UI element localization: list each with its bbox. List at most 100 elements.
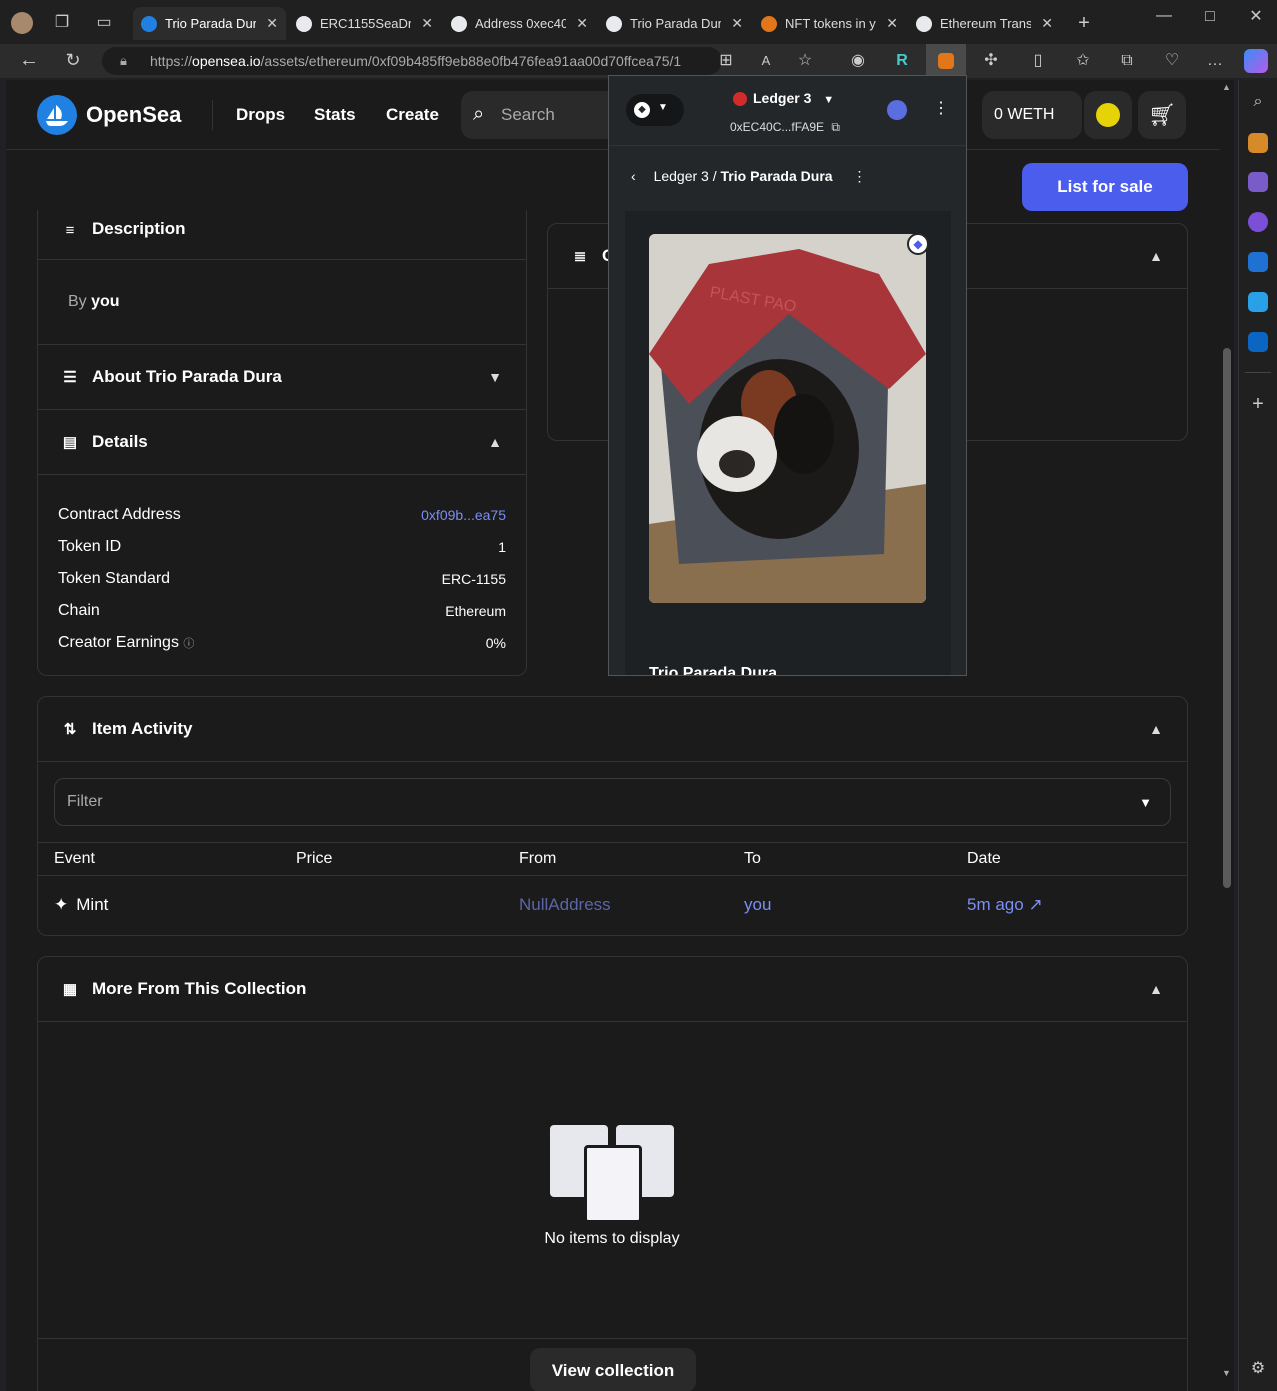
cart-icon[interactable]: 🛒︎ [1138,91,1186,139]
sidebar-search-icon[interactable]: ⌕ [1246,90,1270,114]
extension-r-icon[interactable]: R [890,49,914,73]
chevron-down-icon: ▼ [658,102,668,113]
scrollbar-thumb[interactable] [1223,348,1231,888]
extensions-puzzle-icon[interactable]: ✣ [979,49,1003,73]
detail-row: Chain Ethereum [38,595,526,627]
by-label: By [68,293,87,310]
external-link-icon[interactable]: ↗ [1028,895,1042,914]
brand-name[interactable]: OpenSea [86,102,181,128]
extension-owl-icon[interactable]: ◉ [846,49,870,73]
sidebar-tools-icon[interactable] [1248,133,1268,153]
metamask-extension-icon[interactable] [926,44,966,78]
sidebar-send-icon[interactable] [1248,292,1268,312]
activity-table-header: Event Price From To Date [38,842,1187,876]
tab-label: NFT tokens in yo [785,16,877,31]
workspaces-icon[interactable]: ❐ [50,11,74,35]
tab-nft-tokens[interactable]: NFT tokens in yo ✕ [753,7,906,40]
collections-icon[interactable]: ⧉ [1115,49,1139,73]
contract-address-link[interactable]: 0xf09b...ea75 [421,507,506,523]
scroll-down-icon[interactable]: ▼ [1222,1368,1231,1378]
detail-value: Ethereum [445,603,506,619]
about-header[interactable]: ☰ About Trio Parada Dura ▼ [38,345,526,410]
to-link[interactable]: you [744,895,967,915]
tab-erc1155[interactable]: ERC1155SeaDrop ✕ [288,7,441,40]
details-header[interactable]: ▤ Details ▲ [38,410,526,475]
close-tab-icon[interactable]: ✕ [421,15,433,32]
url-path: /assets/ethereum/0xf09b485ff9eb88e0fb476… [260,53,682,69]
tab-trio-etherscan[interactable]: Trio Parada Dura ✕ [598,7,751,40]
close-window-icon[interactable]: ✕ [1244,5,1268,29]
filter-dropdown[interactable]: Filter ▼ [54,778,1171,826]
nav-stats[interactable]: Stats [314,105,356,125]
more-menu-icon[interactable]: … [1203,49,1227,73]
url-bar[interactable]: 🔒︎ https://opensea.io/assets/ethereum/0x… [102,47,722,75]
sidebar-outlook-icon[interactable] [1248,252,1268,272]
close-tab-icon[interactable]: ✕ [731,15,743,32]
column-to: To [744,850,761,867]
maximize-icon[interactable]: □ [1198,5,1222,29]
metamask-favicon-icon [761,15,777,32]
from-link[interactable]: NullAddress [519,895,744,915]
account-selector[interactable]: Ledger 3 ▼ [733,90,834,107]
collection-title: More From This Collection [92,979,307,998]
close-tab-icon[interactable]: ✕ [266,15,278,32]
view-collection-button[interactable]: View collection [530,1348,696,1391]
chevron-up-icon: ▲ [1149,981,1163,997]
nft-title: Trio Parada Dura [649,665,778,676]
date-link[interactable]: 5m ago [967,895,1024,914]
description-header[interactable]: ≡ Description [38,210,526,260]
sidebar-settings-icon[interactable]: ⚙ [1246,1357,1270,1381]
item-activity-header[interactable]: ⇅ Item Activity ▲ [38,697,1187,762]
favorite-star-icon[interactable]: ☆ [793,49,817,73]
tab-actions-icon[interactable]: ▭ [92,11,116,35]
url-prefix: https:// [150,53,193,69]
close-tab-icon[interactable]: ✕ [576,15,588,32]
read-aloud-icon[interactable]: A [754,49,778,73]
minimize-icon[interactable]: — [1152,4,1176,28]
metamask-popup: ◆ ▼ Ledger 3 ▼ 0xEC40C...fFA9E ⧉ ⋮ ‹ Led… [608,75,967,676]
browser-essentials-icon[interactable]: ♡ [1160,49,1184,73]
column-date: Date [967,850,1001,867]
tab-address[interactable]: Address 0xec40c ✕ [443,7,596,40]
profile-button[interactable] [1084,91,1132,139]
empty-state-image [550,1125,676,1225]
split-screen-icon[interactable]: ▯ [1026,49,1050,73]
collection-header[interactable]: ▦ More From This Collection ▲ [38,957,1187,1022]
ethereum-icon: ◆ [634,102,650,118]
sidebar-add-icon[interactable]: + [1246,392,1270,416]
search-input[interactable]: ⌕ Search [461,91,621,139]
scroll-up-icon[interactable]: ▲ [1222,82,1231,92]
back-arrow-icon[interactable]: ‹ [631,168,636,184]
weth-balance[interactable]: 0 WETH [982,91,1082,139]
app-available-icon[interactable]: ⊞ [714,49,738,73]
nav-drops[interactable]: Drops [236,105,285,125]
network-selector[interactable]: ◆ ▼ [626,94,684,126]
copy-icon[interactable]: ⧉ [831,120,840,134]
refresh-icon[interactable]: ↻ [61,48,85,72]
copilot-icon[interactable] [1244,49,1268,73]
back-icon[interactable]: ← [17,48,41,72]
profile-avatar[interactable] [11,12,33,34]
list-for-sale-button[interactable]: List for sale [1022,163,1188,211]
creator-link[interactable]: you [91,293,119,310]
nft-options-icon[interactable]: ⋮ [852,168,866,184]
tab-ethereum-transactions[interactable]: Ethereum Transa ✕ [908,7,1061,40]
tab-opensea[interactable]: Trio Parada Dura ✕ [133,7,286,40]
kebab-menu-icon[interactable]: ⋮ [933,98,949,118]
close-tab-icon[interactable]: ✕ [1041,15,1053,32]
nav-create[interactable]: Create [386,105,439,125]
date-cell[interactable]: 5m ago ↗ [967,895,1043,915]
account-address[interactable]: 0xEC40C...fFA9E ⧉ [730,120,840,135]
opensea-logo-icon[interactable] [37,95,77,135]
close-tab-icon[interactable]: ✕ [886,15,898,32]
info-icon[interactable]: ⓘ [183,638,194,650]
favorites-icon[interactable]: ✩ [1071,49,1095,73]
connected-site-icon[interactable] [887,100,907,120]
sidebar-copilot-icon[interactable] [1248,212,1268,232]
nav-divider [212,100,213,130]
sidebar-linkedin-icon[interactable] [1248,332,1268,352]
new-tab-icon[interactable]: + [1072,11,1096,35]
sidebar-games-icon[interactable] [1248,172,1268,192]
page-scrollbar[interactable]: ▲ ▼ [1220,80,1234,1391]
etherscan-favicon-icon [296,15,312,32]
